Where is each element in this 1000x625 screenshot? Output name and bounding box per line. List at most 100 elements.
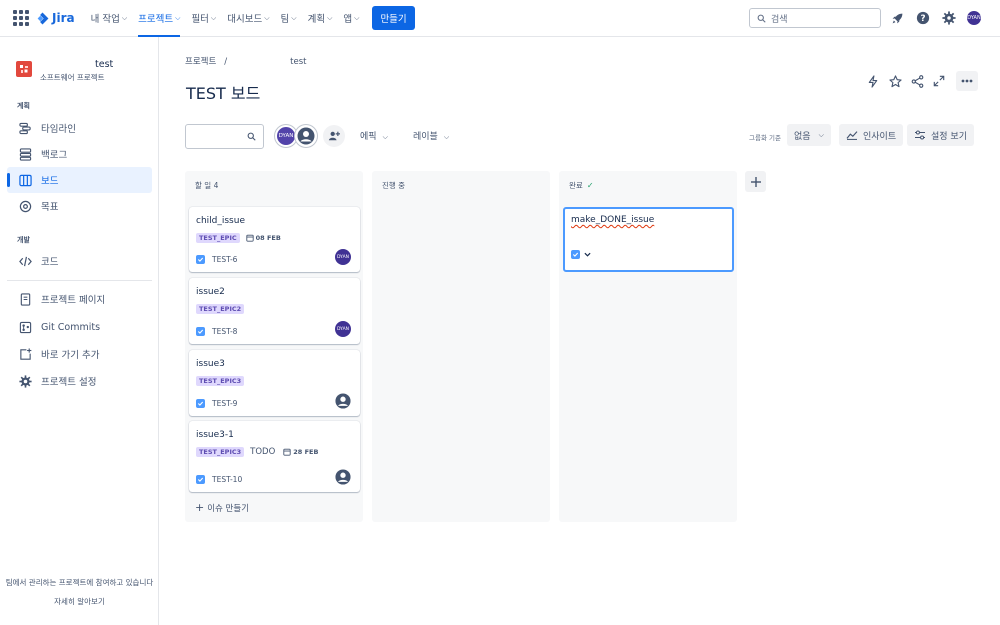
sidebar-item-project-settings[interactable]: 프로젝트 설정 bbox=[7, 368, 152, 394]
jira-logo[interactable]: Jira bbox=[36, 11, 75, 25]
column-done: 완료 ✓ make_DONE_issue bbox=[559, 171, 737, 522]
nav-teams[interactable]: 팀 ⌵ bbox=[281, 0, 297, 37]
due-date: 28 FEB bbox=[283, 448, 318, 456]
fullscreen-icon[interactable] bbox=[929, 71, 949, 91]
column-todo: 할 일 4 child_issue TEST_EPIC 08 FEB TEST-… bbox=[185, 171, 363, 522]
star-icon[interactable] bbox=[885, 71, 905, 91]
board-toolbar: DYAN 에픽 ⌵ 레이블 ⌵ 그룹화 기준 없음 ⌵ 인사이트 설정 보기 bbox=[185, 124, 975, 149]
sidebar-item-git-commits[interactable]: Git Commits bbox=[7, 314, 152, 340]
unassigned-avatar[interactable] bbox=[335, 469, 351, 485]
issue-type-selector[interactable] bbox=[571, 250, 591, 259]
sidebar-item-backlog[interactable]: 백로그 bbox=[7, 141, 152, 167]
assignee-filter-avatar[interactable]: DYAN bbox=[275, 125, 297, 147]
app-switcher-icon[interactable] bbox=[13, 10, 29, 26]
search-icon bbox=[247, 132, 256, 141]
learn-more-link[interactable]: 자세히 알아보기 bbox=[0, 596, 159, 607]
issue-card[interactable]: issue3-1 TEST_EPIC3 TODO 28 FEB TEST-10 bbox=[189, 421, 360, 492]
project-avatar-icon bbox=[16, 61, 32, 77]
insights-button[interactable]: 인사이트 bbox=[839, 124, 904, 146]
nav-your-work[interactable]: 내 작업 ⌵ bbox=[91, 0, 128, 37]
issue-title: child_issue bbox=[196, 216, 245, 226]
unassigned-avatar[interactable] bbox=[335, 393, 351, 409]
svg-text:?: ? bbox=[920, 14, 925, 24]
sidebar-item-project-pages[interactable]: 프로젝트 페이지 bbox=[7, 286, 152, 312]
issue-key[interactable]: TEST-9 bbox=[212, 399, 237, 408]
epic-lozenge[interactable]: TEST_EPIC2 bbox=[196, 304, 245, 314]
inline-create-issue[interactable]: make_DONE_issue bbox=[563, 207, 734, 272]
rocket-icon[interactable] bbox=[888, 9, 906, 27]
add-shortcut-icon bbox=[18, 347, 32, 361]
assignee-avatar[interactable]: DYAN bbox=[335, 249, 351, 265]
chevron-down-icon: ⌵ bbox=[291, 13, 297, 22]
new-issue-summary-input[interactable]: make_DONE_issue bbox=[571, 215, 654, 225]
sidebar-item-label: Git Commits bbox=[41, 321, 101, 333]
issue-key[interactable]: TEST-6 bbox=[212, 255, 237, 264]
project-header[interactable]: test 소프트웨어 프로젝트 bbox=[16, 59, 113, 82]
chevron-down-icon: ⌵ bbox=[264, 13, 270, 22]
board-search-input[interactable] bbox=[185, 124, 264, 149]
search-input[interactable]: 검색 bbox=[749, 8, 881, 28]
task-type-icon bbox=[571, 250, 580, 259]
chevron-down-icon: ⌵ bbox=[210, 13, 217, 22]
issue-meta: TEST_EPIC3 bbox=[196, 376, 250, 386]
epic-filter-dropdown[interactable]: 에픽 ⌵ bbox=[360, 129, 388, 142]
sidebar-divider bbox=[7, 280, 152, 281]
chevron-down-icon: ⌵ bbox=[354, 13, 360, 22]
issue-card[interactable]: issue2 TEST_EPIC2 TEST-8 DYAN bbox=[189, 278, 360, 344]
assignee-avatar[interactable]: DYAN bbox=[335, 321, 351, 337]
create-button[interactable]: 만들기 bbox=[372, 6, 415, 30]
epic-lozenge[interactable]: TEST_EPIC bbox=[196, 233, 240, 243]
nav-projects[interactable]: 프로젝트 ⌵ bbox=[138, 0, 181, 37]
sidebar-item-goals[interactable]: 목표 bbox=[7, 193, 152, 219]
breadcrumb-project[interactable]: test bbox=[290, 57, 306, 67]
planning-section-label: 계획 bbox=[17, 102, 30, 110]
plus-icon: + bbox=[195, 501, 205, 514]
issue-label[interactable]: TODO bbox=[250, 447, 275, 457]
issue-card[interactable]: child_issue TEST_EPIC 08 FEB TEST-6 DYAN bbox=[189, 207, 360, 272]
issue-card[interactable]: issue3 TEST_EPIC3 TEST-9 bbox=[189, 350, 360, 416]
view-settings-label: 설정 보기 bbox=[931, 131, 967, 142]
nav-dashboards[interactable]: 대시보드 ⌵ bbox=[227, 0, 269, 37]
share-icon[interactable] bbox=[907, 71, 927, 91]
automation-icon[interactable] bbox=[863, 71, 883, 91]
issue-key[interactable]: TEST-10 bbox=[212, 475, 242, 484]
nav-filters[interactable]: 필터 ⌵ bbox=[191, 0, 216, 37]
due-date: 08 FEB bbox=[246, 234, 281, 242]
epic-lozenge[interactable]: TEST_EPIC3 bbox=[196, 447, 245, 457]
add-column-button[interactable] bbox=[745, 171, 766, 192]
group-by-dropdown[interactable]: 없음 ⌵ bbox=[787, 124, 831, 146]
more-actions-icon[interactable] bbox=[956, 71, 978, 91]
column-title: 진행 중 bbox=[382, 181, 406, 190]
nav-label: 계획 bbox=[307, 14, 326, 25]
unassigned-filter-avatar[interactable] bbox=[295, 125, 317, 147]
issue-footer: TEST-8 bbox=[196, 327, 237, 336]
nav-apps[interactable]: 앱 ⌵ bbox=[343, 0, 359, 37]
sidebar-item-code[interactable]: 코드 bbox=[7, 248, 152, 274]
breadcrumb-projects[interactable]: 프로젝트 bbox=[185, 57, 216, 67]
help-icon[interactable]: ? bbox=[914, 9, 932, 27]
task-type-icon bbox=[196, 255, 205, 264]
top-navigation: Jira 내 작업 ⌵ 프로젝트 ⌵ 필터 ⌵ 대시보드 ⌵ 팀 ⌵ 계획 ⌵ 앱 ⌵ 만들기… bbox=[0, 0, 1000, 37]
sidebar-item-add-shortcut[interactable]: 바로 가기 추가 bbox=[7, 341, 152, 367]
column-title: 완료 ✓ bbox=[569, 180, 594, 191]
label-filter-dropdown[interactable]: 레이블 ⌵ bbox=[413, 129, 449, 142]
epic-lozenge[interactable]: TEST_EPIC3 bbox=[196, 376, 245, 386]
user-avatar[interactable]: DYAN bbox=[966, 10, 982, 26]
plus-icon bbox=[750, 176, 761, 187]
view-settings-button[interactable]: 설정 보기 bbox=[907, 124, 974, 146]
sidebar-item-timeline[interactable]: 타임라인 bbox=[7, 115, 152, 141]
main-content: 프로젝트 / test TEST 보드 DYAN 에픽 ⌵ 레이블 ⌵ 그룹화 기준 없… bbox=[160, 37, 1000, 625]
settings-icon[interactable] bbox=[940, 9, 958, 27]
nav-plans[interactable]: 계획 ⌵ bbox=[308, 0, 333, 37]
create-issue-button[interactable]: + 이슈 만들기 bbox=[195, 501, 249, 514]
search-icon bbox=[757, 14, 766, 23]
breadcrumb-separator: / bbox=[224, 57, 228, 67]
sidebar-item-label: 프로젝트 페이지 bbox=[41, 295, 106, 306]
sidebar-item-board[interactable]: 보드 bbox=[7, 167, 152, 193]
board-header-actions bbox=[863, 71, 978, 91]
backlog-icon bbox=[18, 147, 32, 161]
sidebar-item-label: 보드 bbox=[41, 176, 59, 187]
managed-project-note: 팀에서 관리하는 프로젝트에 참여하고 있습니다 bbox=[5, 578, 154, 587]
issue-key[interactable]: TEST-8 bbox=[212, 327, 237, 336]
add-people-button[interactable] bbox=[323, 125, 345, 147]
